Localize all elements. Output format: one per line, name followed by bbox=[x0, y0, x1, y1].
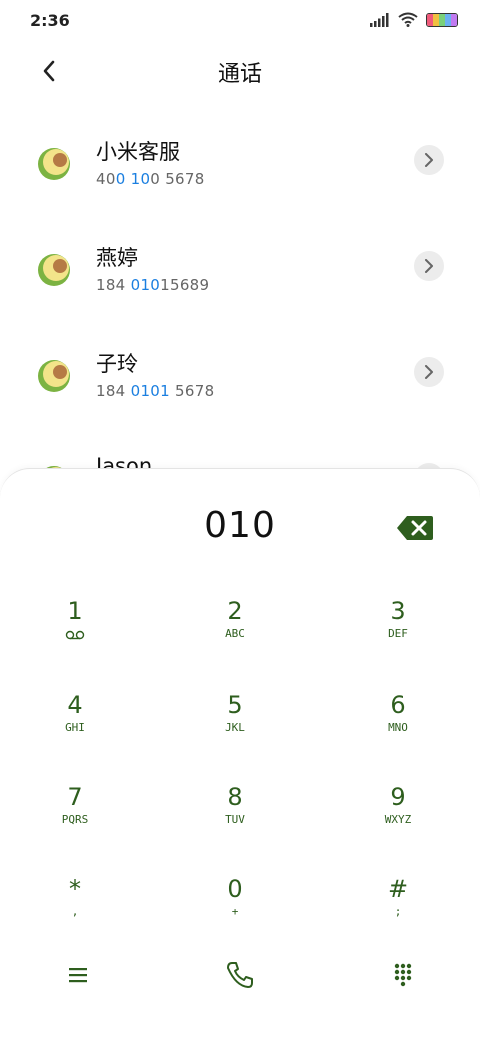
status-icons bbox=[370, 12, 458, 27]
call-button[interactable] bbox=[215, 955, 265, 995]
key-6[interactable]: 6 MNO bbox=[338, 691, 458, 761]
key-5[interactable]: 5 JKL bbox=[175, 691, 295, 761]
key-8[interactable]: 8 TUV bbox=[175, 783, 295, 853]
contact-name: 燕婷 bbox=[96, 246, 138, 270]
avatar bbox=[38, 360, 70, 392]
contact-row[interactable]: 燕婷 184 01015689 bbox=[0, 242, 480, 312]
key-letters: JKL bbox=[225, 721, 245, 734]
page-title: 通话 bbox=[217, 62, 262, 87]
backspace-button[interactable] bbox=[396, 515, 434, 541]
key-star[interactable]: * , bbox=[15, 875, 135, 945]
key-letters: WXYZ bbox=[384, 813, 412, 826]
signal-icon bbox=[370, 12, 389, 27]
contact-name: 小米客服 bbox=[96, 140, 180, 164]
key-hash[interactable]: # ; bbox=[338, 875, 458, 945]
menu-icon bbox=[69, 968, 87, 983]
avatar bbox=[38, 254, 70, 286]
voicemail-icon bbox=[65, 630, 85, 640]
contact-detail-button[interactable] bbox=[414, 145, 444, 175]
wifi-icon bbox=[398, 12, 418, 27]
key-0[interactable]: 0 + bbox=[175, 875, 295, 945]
key-letters: DEF bbox=[388, 627, 408, 640]
contact-detail-button[interactable] bbox=[414, 357, 444, 387]
backspace-icon bbox=[397, 516, 433, 540]
key-digit: 3 bbox=[390, 597, 406, 625]
key-digit: 8 bbox=[227, 783, 243, 811]
key-letters: MNO bbox=[388, 721, 408, 734]
phone-icon bbox=[227, 962, 253, 988]
contact-number: 184 0101 5678 bbox=[96, 382, 215, 400]
key-digit: 9 bbox=[390, 783, 406, 811]
contact-row[interactable]: 小米客服 400 100 5678 bbox=[0, 136, 480, 206]
avatar bbox=[38, 148, 70, 180]
key-letters: TUV bbox=[225, 813, 245, 826]
key-7[interactable]: 7 PQRS bbox=[15, 783, 135, 853]
dialpad-toggle-button[interactable] bbox=[378, 955, 428, 995]
status-time: 2:36 bbox=[30, 11, 70, 30]
key-digit: * bbox=[69, 875, 81, 903]
header: 通话 bbox=[0, 48, 480, 92]
key-digit: 2 bbox=[227, 597, 243, 625]
contact-number: 184 01015689 bbox=[96, 276, 210, 294]
menu-button[interactable] bbox=[53, 955, 103, 995]
key-digit: 0 bbox=[227, 875, 243, 903]
key-1[interactable]: 1 bbox=[15, 597, 135, 667]
chevron-right-icon bbox=[425, 365, 433, 379]
key-letters: PQRS bbox=[61, 813, 89, 826]
chevron-right-icon bbox=[425, 153, 433, 167]
status-bar: 2:36 bbox=[0, 0, 480, 40]
key-letters: ; bbox=[394, 905, 402, 918]
key-digit: 7 bbox=[67, 783, 83, 811]
chevron-right-icon bbox=[425, 259, 433, 273]
key-letters: + bbox=[231, 905, 239, 918]
key-3[interactable]: 3 DEF bbox=[338, 597, 458, 667]
contact-name: 子玲 bbox=[96, 352, 138, 376]
battery-icon bbox=[426, 12, 458, 27]
key-letters: GHI bbox=[65, 721, 85, 734]
key-letters: , bbox=[71, 905, 79, 918]
key-digit: 4 bbox=[67, 691, 83, 719]
key-digit: 5 bbox=[227, 691, 243, 719]
key-digit: # bbox=[387, 875, 409, 903]
key-letters: ABC bbox=[225, 627, 245, 640]
dialer-panel: 010 1 2 ABC 3 DEF 4 GHI 5 JKL 6 MNO 7 PQ… bbox=[0, 468, 480, 1040]
key-9[interactable]: 9 WXYZ bbox=[338, 783, 458, 853]
key-digit: 6 bbox=[390, 691, 406, 719]
contact-detail-button[interactable] bbox=[414, 251, 444, 281]
contact-number: 400 100 5678 bbox=[96, 170, 205, 188]
contact-row[interactable]: 子玲 184 0101 5678 bbox=[0, 348, 480, 418]
key-digit: 1 bbox=[67, 597, 83, 625]
dialpad-icon bbox=[394, 963, 412, 987]
key-2[interactable]: 2 ABC bbox=[175, 597, 295, 667]
key-4[interactable]: 4 GHI bbox=[15, 691, 135, 761]
